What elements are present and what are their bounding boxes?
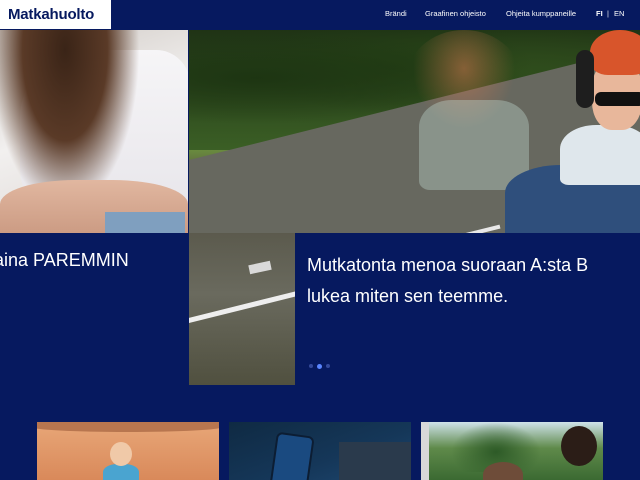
photo-baby-head <box>110 442 132 466</box>
photo-parent <box>561 426 597 466</box>
photo-sunglasses <box>595 92 640 106</box>
top-bar: Matkahuolto Brändi Graafinen ohjeisto Oh… <box>0 0 640 30</box>
hero-slide-previous-caption: aina PAREMMIN <box>0 250 129 270</box>
hero-caption-line-2: lukea miten sen teemme. <box>307 286 509 306</box>
photo-road-marking <box>248 260 272 275</box>
photo-baby-body <box>103 464 139 480</box>
card-phone-photo[interactable] <box>229 422 411 480</box>
hero-image-lower-strip <box>189 233 295 385</box>
carousel-dot-3[interactable] <box>326 364 330 368</box>
hero-slide-active-image[interactable] <box>189 30 640 233</box>
photo-red-hair <box>590 30 640 75</box>
lang-en-link[interactable]: EN <box>614 9 624 18</box>
photo-jeans <box>105 212 185 233</box>
brand-logo[interactable]: Matkahuolto <box>0 0 111 29</box>
photo-window-frame <box>421 422 429 480</box>
photo-hoodie <box>560 125 640 185</box>
photo-road-line-lower <box>189 286 295 325</box>
nav-item-graafinen-ohjeisto[interactable]: Graafinen ohjeisto <box>425 9 486 18</box>
photo-table <box>339 442 411 480</box>
carousel-dot-1[interactable] <box>309 364 313 368</box>
lang-fi-link[interactable]: FI <box>596 9 603 18</box>
nav-item-ohjeita-kumppaneille[interactable]: Ohjeita kumppaneille <box>506 9 576 18</box>
hero-caption-line-1: Mutkatonta menoa suoraan A:sta B <box>307 255 589 275</box>
lang-separator: | <box>607 9 609 18</box>
photo-passenger <box>500 30 640 233</box>
nav-item-brandi[interactable]: Brändi <box>385 9 407 18</box>
hero-caption-panel: Mutkatonta menoa suoraan A:sta B lukea m… <box>295 233 640 385</box>
logo-text: Matkahuolto <box>8 6 95 23</box>
card-family-train-photo[interactable] <box>421 422 603 480</box>
photo-child <box>483 462 523 480</box>
photo-phone <box>269 431 315 480</box>
photo-headphones <box>576 50 594 108</box>
hero-caption[interactable]: Mutkatonta menoa suoraan A:sta B lukea m… <box>307 250 640 312</box>
card-baby-photo[interactable] <box>37 422 219 480</box>
hero-slide-previous-image[interactable] <box>0 30 188 233</box>
photo-chair-rim <box>37 422 219 432</box>
carousel-dot-2[interactable] <box>317 363 322 369</box>
